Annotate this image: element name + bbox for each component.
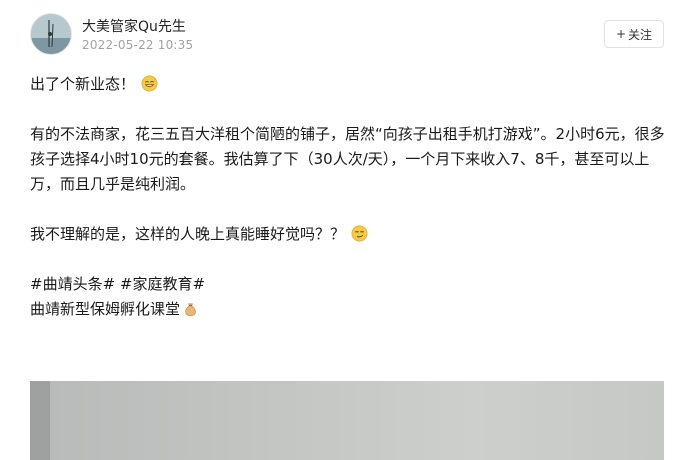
post-image[interactable]	[30, 381, 664, 460]
follow-button[interactable]: + 关注	[604, 20, 664, 48]
plus-icon: +	[615, 27, 627, 41]
money-bag-emoji-icon	[185, 303, 196, 317]
post-footer-text: 曲靖新型保姆孵化课堂	[30, 300, 181, 318]
post-timestamp: 2022-05-22 10:35	[82, 38, 194, 52]
post-paragraph-3: 我不理解的是，这样的人晚上真能睡好觉吗？？	[30, 222, 670, 247]
post-footer-line: 曲靖新型保姆孵化课堂	[30, 297, 670, 322]
post-line-1: 出了个新业态！	[30, 72, 670, 97]
author-name[interactable]: 大美管家Qu先生	[82, 16, 186, 36]
post-hashtags[interactable]: #曲靖头条# #家庭教育#	[30, 272, 670, 297]
post-paragraph-3-text: 我不理解的是，这样的人晚上真能睡好觉吗？？	[30, 225, 346, 243]
post-content: 出了个新业态！ 有的不法商家，花三五百大洋租个简陋的铺子，居然“向孩子出租手机打…	[30, 72, 670, 322]
post-image-shadow	[30, 381, 50, 460]
avatar[interactable]	[30, 13, 72, 55]
post-line-1-text: 出了个新业态！	[30, 75, 136, 93]
grin-sweat-emoji-icon	[141, 75, 158, 92]
post-paragraph-2: 有的不法商家，花三五百大洋租个简陋的铺子，居然“向孩子出租手机打游戏”。2小时6…	[30, 125, 665, 193]
follow-button-label: 关注	[628, 27, 653, 42]
smirk-emoji-icon	[351, 225, 368, 242]
avatar-image	[31, 14, 71, 54]
